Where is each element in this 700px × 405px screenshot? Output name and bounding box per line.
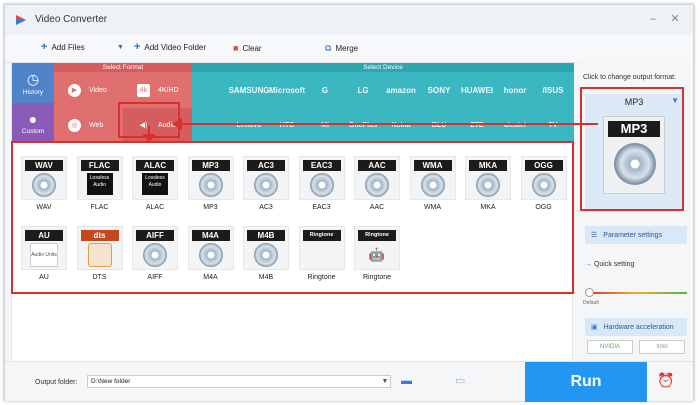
device-sony-button[interactable]: SONY <box>422 73 456 108</box>
device-zte-button[interactable]: ZTE <box>460 108 494 143</box>
default-label: Default <box>583 300 599 306</box>
device-lenovo-button[interactable]: Lenovo <box>232 108 266 143</box>
add-files-button[interactable]: + Add Files <box>41 41 85 53</box>
quick-setting-label: Quick setting <box>593 261 635 268</box>
chrome-icon: ◎ <box>68 119 81 132</box>
plus-icon: + <box>133 41 141 53</box>
device-alcatel-button[interactable]: alcatel <box>498 108 532 143</box>
output-folder-label: Output folder: <box>35 379 78 386</box>
hardware-acceleration-label: Hardware acceleration <box>603 323 674 331</box>
merge-icon: ⧉ <box>325 43 332 53</box>
history-tab[interactable]: ◷ History <box>12 63 54 103</box>
output-format-highlight-box <box>580 87 684 211</box>
user-icon: ● <box>28 111 38 127</box>
custom-label: Custom <box>21 128 45 135</box>
quick-setting: → Quick setting <box>585 261 634 268</box>
4k-icon: 4k <box>137 84 150 97</box>
select-device-section: Select Device SAMSUNG Microsoft G LG amazon S… <box>192 63 574 143</box>
app-logo-icon <box>16 15 26 25</box>
device-apple-button[interactable] <box>194 73 228 108</box>
clock-icon: ◷ <box>26 71 40 87</box>
device-g-button[interactable]: G <box>308 73 342 108</box>
add-video-folder-button[interactable]: ▼ + Add Video Folder <box>117 41 207 53</box>
browse-folder-icon[interactable]: ▬ <box>401 375 415 387</box>
history-label: History <box>22 89 44 96</box>
arrow-left-line <box>180 123 598 125</box>
app-title: Video Converter <box>35 14 108 25</box>
arrow-down-icon <box>142 134 156 142</box>
merge-button[interactable]: ⧉ Merge <box>325 43 358 54</box>
device-web-button[interactable] <box>194 108 228 143</box>
arrow-left-icon <box>172 118 182 130</box>
clear-label: Clear <box>242 43 262 53</box>
plus-icon: + <box>41 41 48 53</box>
bottom-bar: Output folder: D:\New folder ▼ ▬ ▭ Run ⏰ <box>5 361 693 402</box>
intel-toggle[interactable]: Intel <box>639 340 685 354</box>
chevron-down-icon[interactable]: ▼ <box>379 375 391 388</box>
open-folder-icon[interactable]: ▭ <box>455 375 469 387</box>
select-format-header: Select Format <box>54 63 192 72</box>
quality-slider-handle[interactable] <box>585 288 594 297</box>
merge-label: Merge <box>335 44 359 53</box>
web-category[interactable]: ◎ Web <box>54 108 123 143</box>
device-nokia-button[interactable]: Nokia <box>384 108 418 143</box>
output-format-label: Click to change output format: <box>583 74 676 81</box>
device-honor-button[interactable]: honor <box>498 73 532 108</box>
add-video-folder-label: Add Video Folder <box>144 43 207 52</box>
alarm-clock-icon[interactable]: ⏰ <box>657 372 674 389</box>
select-device-header: Select Device <box>192 63 574 72</box>
format-grid-highlight-box <box>11 141 574 294</box>
add-files-label: Add Files <box>51 43 85 52</box>
output-folder-input[interactable]: D:\New folder <box>87 375 391 388</box>
play-icon: ▶ <box>68 84 81 97</box>
dropdown-arrow-icon: ▼ <box>117 44 124 51</box>
device-huawei-button[interactable]: HUAWEI <box>460 73 494 108</box>
category-column: ◷ History ● Custom <box>12 63 54 143</box>
web-label: Web <box>89 122 104 129</box>
device-tv-button[interactable]: TV <box>536 108 570 143</box>
parameter-settings-button[interactable]: ☰ Parameter settings <box>585 226 687 244</box>
device-amazon-button[interactable]: amazon <box>384 73 418 108</box>
device-blu-button[interactable]: BLU <box>422 108 456 143</box>
chip-icon: ▣ <box>591 324 598 331</box>
hardware-acceleration-button[interactable]: ▣ Hardware acceleration <box>585 318 687 336</box>
arrow-right-icon: → <box>585 261 592 268</box>
sliders-icon: ☰ <box>591 232 598 239</box>
parameter-settings-label: Parameter settings <box>603 231 663 239</box>
run-button[interactable]: Run <box>525 362 647 402</box>
device-microsoft-button[interactable]: Microsoft <box>269 73 305 108</box>
device-mi-button[interactable]: MI <box>308 108 342 143</box>
quality-slider-track[interactable] <box>587 292 687 294</box>
clear-button[interactable]: ■ Clear <box>233 43 262 53</box>
title-bar: Video Converter – ✕ <box>5 5 693 35</box>
minimize-button[interactable]: – <box>645 11 661 27</box>
device-htc-button[interactable]: HTC <box>270 108 304 143</box>
device-isus-button[interactable]: /ISUS <box>536 73 570 108</box>
device-lg-button[interactable]: LG <box>346 73 380 108</box>
custom-tab[interactable]: ● Custom <box>12 103 54 143</box>
device-samsung-button[interactable]: SAMSUNG <box>229 73 270 108</box>
video-category[interactable]: ▶ Video <box>54 73 123 108</box>
video-label: Video <box>89 87 107 94</box>
close-button[interactable]: ✕ <box>667 11 683 27</box>
device-oneplus-button[interactable]: OnePlus <box>346 108 380 143</box>
nvidia-toggle[interactable]: NVIDIA <box>587 340 633 354</box>
trash-icon: ■ <box>233 43 239 53</box>
4khd-label: 4K/HD <box>158 87 179 94</box>
toolbar: + Add Files ▼ + Add Video Folder ■ Clear ⧉ Me… <box>5 35 693 63</box>
